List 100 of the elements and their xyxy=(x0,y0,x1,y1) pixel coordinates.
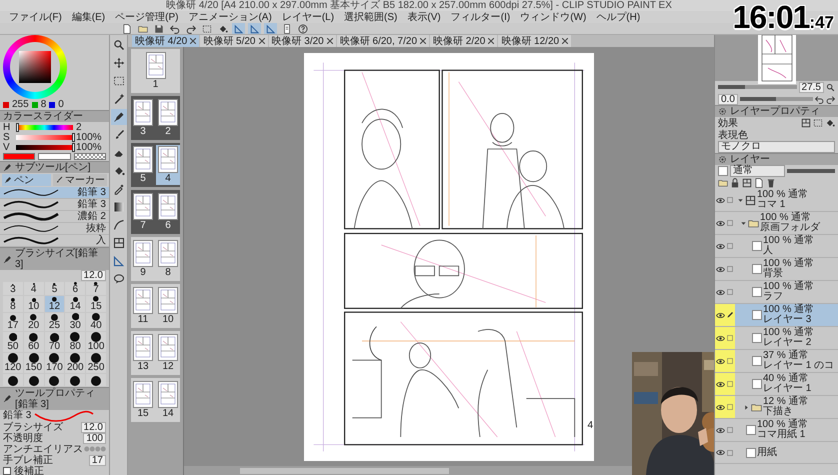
magnifier-icon[interactable] xyxy=(826,82,835,92)
caret-icon[interactable] xyxy=(740,220,747,226)
menu-item[interactable]: アニメーション(A) xyxy=(183,12,277,22)
property-value[interactable]: 17 xyxy=(88,454,106,466)
rotation-value[interactable]: 0.0 xyxy=(718,94,738,104)
paint-bucket-icon[interactable] xyxy=(825,118,835,128)
brush-size-option[interactable]: 120 xyxy=(3,352,23,373)
toolbar-button[interactable] xyxy=(296,23,309,34)
page-item[interactable]: 11 xyxy=(131,286,155,326)
eye-icon[interactable] xyxy=(716,356,725,366)
tool-group-tab[interactable]: マーカー xyxy=(53,174,107,186)
panel-frame-icon[interactable] xyxy=(801,118,811,128)
toolbar-button[interactable] xyxy=(200,23,213,34)
canvas-tab[interactable]: 映像研 4/20 xyxy=(132,35,200,47)
canvas-tab[interactable]: 映像研 3/20 xyxy=(268,35,336,47)
layer-flag[interactable] xyxy=(715,327,735,349)
eye-icon[interactable] xyxy=(716,426,725,434)
blend-mode-dropdown[interactable]: 通常 xyxy=(730,165,784,177)
brush-size-option[interactable]: 12 xyxy=(44,296,64,312)
brush-item[interactable]: 濃鉛 2 xyxy=(0,211,109,223)
close-icon[interactable] xyxy=(562,38,568,44)
layer-row[interactable]: 100 % 通常 コマ用紙 1 xyxy=(715,419,838,442)
toolbar-button[interactable] xyxy=(184,23,197,34)
menu-item[interactable]: 編集(E) xyxy=(66,12,110,22)
brush-size-option[interactable]: 170 xyxy=(44,352,64,373)
page-item[interactable]: 12 xyxy=(156,333,180,373)
slider-thumb[interactable] xyxy=(72,143,75,152)
page-item[interactable]: 13 xyxy=(131,333,155,373)
menu-item[interactable]: ファイル(F) xyxy=(4,12,67,22)
property-value[interactable]: 12.0 xyxy=(80,422,106,433)
brush-item[interactable]: 鉛筆 3 xyxy=(0,187,109,199)
menu-item[interactable]: フィルター(I) xyxy=(446,12,516,22)
brush-size-option[interactable]: 15 xyxy=(86,296,106,312)
color-swatch[interactable] xyxy=(3,153,36,160)
brush-size-option[interactable]: 40 xyxy=(86,312,106,331)
brush-size-option[interactable]: 150 xyxy=(24,352,44,373)
brush-size-option[interactable] xyxy=(44,374,64,386)
brush-size-option[interactable] xyxy=(86,374,106,386)
menu-item[interactable]: ウィンドウ(W) xyxy=(515,12,592,22)
brush-size-option[interactable]: 4 xyxy=(24,282,44,296)
layer-flag[interactable] xyxy=(715,304,735,326)
page-item[interactable]: 5 xyxy=(131,145,155,185)
brush-size-option[interactable]: 14 xyxy=(65,296,86,312)
checkbox[interactable] xyxy=(3,467,11,475)
page-item[interactable]: 15 xyxy=(131,380,155,420)
brush-size-option[interactable]: 250 xyxy=(86,352,106,373)
redo-arrow-icon[interactable] xyxy=(826,94,835,104)
toolbar-button[interactable] xyxy=(168,23,181,34)
brush-size-value[interactable]: 12.0 xyxy=(80,270,106,281)
layer-row[interactable]: 100 % 通常 人 xyxy=(715,235,838,258)
slider-thumb[interactable] xyxy=(16,123,19,132)
close-icon[interactable] xyxy=(488,38,494,44)
page-item[interactable]: 8 xyxy=(156,239,180,279)
tool-button[interactable] xyxy=(110,109,126,125)
brush-size-option[interactable]: 200 xyxy=(65,352,86,373)
panel-frame-icon[interactable] xyxy=(742,178,752,188)
menu-item[interactable]: レイヤー(L) xyxy=(276,12,340,22)
color-mode-dropdown[interactable]: モノクロ xyxy=(718,141,835,153)
brush-size-option[interactable]: 20 xyxy=(24,312,44,331)
brush-size-option[interactable] xyxy=(3,374,23,386)
layer-row[interactable]: 100 % 通常 背景 xyxy=(715,258,838,281)
brush-size-option[interactable]: 80 xyxy=(65,332,86,352)
pencil-icon[interactable] xyxy=(726,311,734,319)
page-item[interactable]: 10 xyxy=(156,286,180,326)
layer-flag[interactable] xyxy=(715,350,735,372)
canvas-tab[interactable]: 映像研 5/20 xyxy=(200,35,268,47)
eye-icon[interactable] xyxy=(716,380,725,388)
layer-row[interactable]: 100 % 通常 レイヤー 2 xyxy=(715,327,838,350)
scrollbar[interactable] xyxy=(240,468,449,474)
layer-row[interactable]: 37 % 通常 レイヤー 1 のコ xyxy=(715,350,838,373)
close-icon[interactable] xyxy=(190,38,196,44)
page-item[interactable]: 7 xyxy=(131,192,155,232)
brush-size-option[interactable] xyxy=(24,374,44,386)
brush-item[interactable]: 鉛筆 3 xyxy=(0,199,109,211)
layer-row[interactable]: 100 % 通常 レイヤー 3 xyxy=(715,304,838,327)
slider-thumb[interactable] xyxy=(72,133,75,142)
page-item[interactable]: 14 xyxy=(156,380,180,420)
property-value[interactable]: 100 xyxy=(83,432,106,444)
menu-item[interactable]: ヘルプ(H) xyxy=(591,12,646,22)
page-item[interactable]: 6 xyxy=(156,192,180,232)
opacity-slider-fill[interactable] xyxy=(786,169,835,173)
transparent-swatch[interactable] xyxy=(74,153,106,160)
layer-row[interactable]: 40 % 通常 レイヤー 1 xyxy=(715,373,838,396)
menu-item[interactable]: ページ管理(P) xyxy=(110,12,184,22)
close-icon[interactable] xyxy=(326,38,333,44)
lock-icon[interactable] xyxy=(730,178,740,188)
brush-item[interactable]: 抜粋 xyxy=(0,223,109,235)
brush-size-option[interactable]: 17 xyxy=(3,312,23,331)
canvas-tab[interactable]: 映像研 2/20 xyxy=(430,35,498,47)
brush-size-option[interactable] xyxy=(65,374,86,386)
page-item[interactable]: 9 xyxy=(131,239,155,279)
layer-flag[interactable] xyxy=(715,396,735,418)
tool-group-tab[interactable]: ペン xyxy=(2,174,51,186)
layer-color-swatch[interactable] xyxy=(718,166,728,176)
brush-size-option[interactable]: 8 xyxy=(3,296,23,312)
page-item[interactable]: 1 xyxy=(144,51,168,91)
eye-icon[interactable] xyxy=(716,288,725,296)
eye-icon[interactable] xyxy=(716,264,725,274)
navigator-preview[interactable] xyxy=(758,35,796,84)
brush-size-option[interactable]: 70 xyxy=(44,332,64,352)
